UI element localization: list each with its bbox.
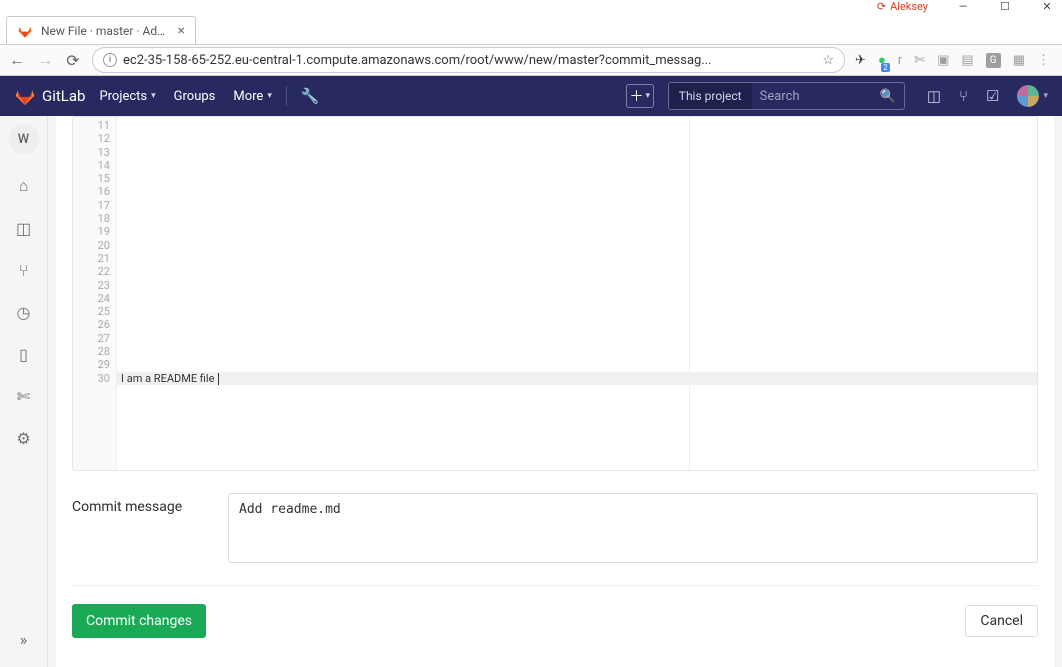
url-text: ec2-35-158-65-252.eu-central-1.compute.a…	[123, 53, 816, 68]
url-input[interactable]: i ec2-35-158-65-252.eu-central-1.compute…	[92, 47, 845, 73]
chevron-down-icon: ▾	[151, 91, 156, 101]
project-avatar[interactable]: W	[9, 124, 39, 154]
sidebar-wiki-icon[interactable]: ▯	[6, 336, 42, 372]
editor-gutter: 1112131415161718192021222324252627282930	[73, 117, 117, 470]
sidebar-home-icon[interactable]: ⌂	[6, 168, 42, 204]
chevron-down-icon: ▾	[1043, 91, 1048, 101]
window-user: ⟳ Aleksey	[877, 0, 928, 13]
gitlab-header: GitLab Projects▾ Groups More▾ 🔧 ＋▾ This …	[0, 76, 1062, 116]
user-menu[interactable]: ▾	[1017, 85, 1048, 107]
user-avatar-icon	[1017, 85, 1039, 107]
gitlab-brand-text: GitLab	[42, 87, 85, 105]
nav-more[interactable]: More▾	[233, 89, 271, 104]
search-input[interactable]	[752, 89, 872, 104]
search-icon[interactable]: 🔍	[872, 89, 904, 104]
commit-message-row: Commit message	[72, 493, 1038, 563]
extension-r-icon[interactable]: r	[898, 53, 902, 68]
window-close-button[interactable]: ✕	[1040, 0, 1054, 13]
extension-box1-icon[interactable]: ▣	[937, 53, 949, 68]
browser-tab-strip: New File · master · Admin ×	[0, 12, 1062, 44]
window-minimize-button[interactable]: —	[956, 0, 970, 13]
gitlab-logo-icon	[14, 85, 36, 107]
todos-icon[interactable]: ☑	[986, 87, 999, 105]
cancel-button[interactable]: Cancel	[965, 605, 1038, 637]
editor-ruler	[689, 117, 690, 470]
header-search: This project 🔍	[668, 82, 905, 110]
window-user-label: Aleksey	[890, 0, 928, 13]
nav-groups[interactable]: Groups	[174, 89, 216, 104]
window-titlebar: ⟳ Aleksey — ☐ ✕	[0, 0, 1062, 12]
main-content: 1112131415161718192021222324252627282930…	[56, 116, 1054, 667]
divider	[286, 86, 287, 106]
header-right-icons: ◫ ⑂ ☑ ▾	[927, 85, 1048, 107]
file-editor[interactable]: 1112131415161718192021222324252627282930…	[72, 116, 1038, 471]
commit-message-input[interactable]	[228, 493, 1038, 563]
tab-close-icon[interactable]: ×	[178, 23, 185, 39]
sidebar-snippets-icon[interactable]: ✄	[6, 378, 42, 414]
extension-g-icon[interactable]: G	[986, 53, 1001, 68]
extension-pin-icon[interactable]: ✈	[855, 53, 866, 68]
nav-projects[interactable]: Projects▾	[99, 89, 155, 104]
sidebar-repository-icon[interactable]: ◫	[6, 210, 42, 246]
sidebar-merge-icon[interactable]: ⑂	[6, 252, 42, 288]
action-row: Commit changes Cancel	[72, 604, 1038, 638]
gitlab-logo[interactable]: GitLab	[14, 85, 85, 107]
divider	[72, 585, 1038, 586]
chevron-down-icon: ▾	[267, 91, 272, 101]
merge-requests-icon[interactable]: ⑂	[959, 87, 968, 105]
editor-code-area[interactable]: I am a README file	[117, 117, 1037, 470]
chevron-down-icon: ▾	[646, 91, 651, 101]
sidebar-collapse-icon[interactable]: »	[6, 621, 42, 657]
back-button[interactable]: ←	[8, 50, 26, 70]
sync-icon: ⟳	[877, 0, 886, 13]
browser-address-bar: ← → ⟳ i ec2-35-158-65-252.eu-central-1.c…	[0, 44, 1062, 76]
project-sidebar: W ⌂ ◫ ⑂ ◷ ▯ ✄ ⚙ »	[0, 116, 48, 667]
browser-menu-icon[interactable]: ⋮	[1037, 53, 1050, 68]
gitlab-body: W ⌂ ◫ ⑂ ◷ ▯ ✄ ⚙ » 1112131415161718192021…	[0, 116, 1062, 667]
sidebar-settings-icon[interactable]: ⚙	[6, 420, 42, 456]
extension-chat-icon[interactable]: ●2	[878, 52, 886, 68]
extension-pdf-icon[interactable]: ▤	[961, 53, 973, 68]
extension-icons: ✈ ●2 r ✄ ▣ ▤ G ▦ ⋮	[855, 52, 1054, 68]
forward-button: →	[36, 50, 54, 70]
search-scope[interactable]: This project	[669, 83, 752, 109]
issues-icon[interactable]: ◫	[927, 87, 941, 105]
gitlab-favicon-icon	[17, 23, 33, 39]
commit-message-label: Commit message	[72, 493, 212, 515]
tab-title: New File · master · Admin	[41, 24, 170, 38]
extension-grid-icon[interactable]: ▦	[1013, 53, 1025, 68]
sidebar-ci-icon[interactable]: ◷	[6, 294, 42, 330]
gitlab-nav: Projects▾ Groups More▾	[99, 89, 271, 104]
browser-tab[interactable]: New File · master · Admin ×	[6, 16, 196, 44]
new-dropdown-button[interactable]: ＋▾	[626, 84, 654, 108]
reload-button[interactable]: ⟳	[64, 51, 82, 70]
commit-changes-button[interactable]: Commit changes	[72, 604, 206, 638]
bookmark-star-icon[interactable]: ☆	[822, 53, 834, 68]
editor-line: I am a README file	[117, 372, 1037, 385]
site-info-icon[interactable]: i	[103, 53, 117, 67]
window-maximize-button[interactable]: ☐	[998, 0, 1012, 13]
plus-icon: ＋	[630, 86, 644, 106]
extension-scissors-icon[interactable]: ✄	[914, 53, 925, 68]
admin-wrench-icon[interactable]: 🔧	[301, 87, 320, 105]
